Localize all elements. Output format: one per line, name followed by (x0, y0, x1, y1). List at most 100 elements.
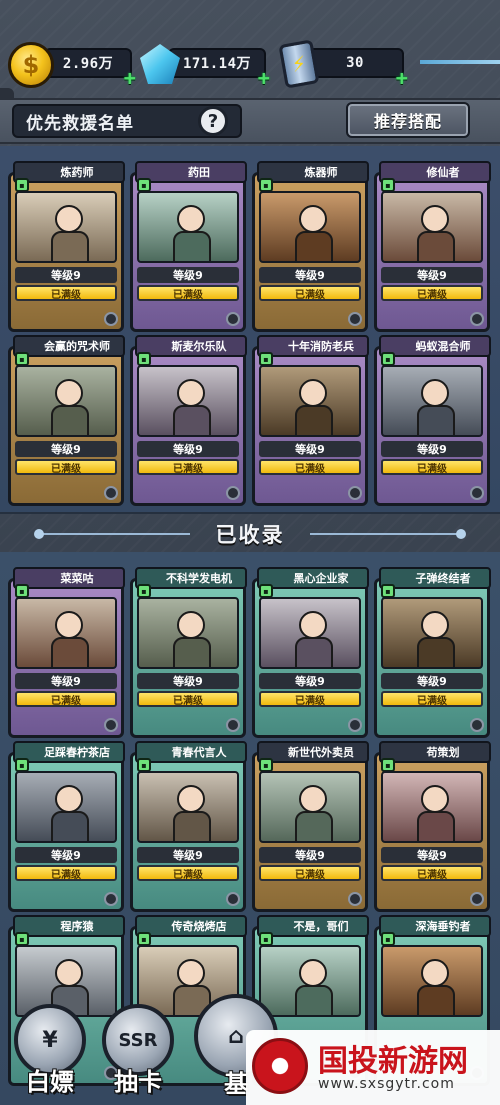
card-name: 新世代外卖员 (257, 741, 369, 763)
card-name: 深海垂钓者 (379, 915, 491, 937)
card-name: 不科学发电机 (135, 567, 247, 589)
card-settings-icon[interactable] (226, 718, 240, 732)
header-accent-line (420, 60, 500, 64)
card-max-status: 已满级 (381, 691, 483, 707)
character-card[interactable]: 黑心企业家 ▪ 等级9 已满级 (252, 567, 369, 738)
nav-freebie[interactable]: ¥ 白嫖 (14, 1004, 86, 1097)
portrait-figure-body (173, 405, 211, 435)
portrait-figure-head (177, 611, 205, 639)
portrait-figure-head (421, 611, 449, 639)
add-energy-icon[interactable]: + (394, 68, 410, 88)
character-portrait (15, 191, 117, 263)
portrait-figure-head (177, 205, 205, 233)
nav-draw-label: 抽卡 (114, 1068, 162, 1096)
collected-divider: 已收录 (0, 516, 500, 552)
card-level: 等级9 (381, 673, 483, 689)
character-card[interactable]: 菜菜咕 ▪ 等级9 已满级 (8, 567, 125, 738)
card-settings-icon[interactable] (104, 486, 118, 500)
rarity-badge-icon: ▪ (259, 584, 273, 598)
nav-draw[interactable]: SSR 抽卡 (102, 1004, 174, 1097)
rarity-badge-icon: ▪ (381, 178, 395, 192)
portrait-figure-body (173, 231, 211, 261)
card-max-status: 已满级 (137, 691, 239, 707)
card-level: 等级9 (15, 847, 117, 863)
card-settings-icon[interactable] (348, 718, 362, 732)
character-portrait (381, 191, 483, 263)
card-settings-icon[interactable] (104, 892, 118, 906)
rarity-badge-icon: ▪ (137, 584, 151, 598)
rarity-badge-icon: ▪ (15, 932, 29, 946)
rarity-badge-icon: ▪ (137, 352, 151, 366)
card-level: 等级9 (381, 441, 483, 457)
card-settings-icon[interactable] (348, 312, 362, 326)
rarity-badge-icon: ▪ (137, 758, 151, 772)
card-settings-icon[interactable] (470, 312, 484, 326)
character-card[interactable]: 炼器师 ▪ 等级9 已满级 (252, 161, 369, 332)
portrait-figure-body (295, 811, 333, 841)
character-card[interactable]: 修仙者 ▪ 等级9 已满级 (374, 161, 491, 332)
card-level: 等级9 (15, 267, 117, 283)
card-settings-icon[interactable] (348, 892, 362, 906)
card-name: 十年消防老兵 (257, 335, 369, 357)
card-settings-icon[interactable] (470, 892, 484, 906)
energy-can-icon: ⚡ (278, 39, 320, 89)
character-card[interactable]: 苟策划 ▪ 等级9 已满级 (374, 741, 491, 912)
portrait-figure-body (51, 637, 89, 667)
character-card[interactable]: 十年消防老兵 ▪ 等级9 已满级 (252, 335, 369, 506)
portrait-figure-head (421, 379, 449, 407)
card-level: 等级9 (15, 441, 117, 457)
card-settings-icon[interactable] (470, 718, 484, 732)
card-settings-icon[interactable] (226, 892, 240, 906)
card-max-status: 已满级 (259, 691, 361, 707)
portrait-figure-body (51, 231, 89, 261)
priority-card-grid: 炼药师 ▪ 等级9 已满级 药田 ▪ 等级9 已满级 炼器师 ▪ 等级9 已满级… (8, 161, 492, 506)
divider-dot-right (456, 529, 466, 539)
recommend-combo-button[interactable]: 推荐搭配 (346, 102, 470, 138)
portrait-figure-head (55, 379, 83, 407)
portrait-figure-head (299, 379, 327, 407)
card-max-status: 已满级 (259, 865, 361, 881)
card-max-status: 已满级 (259, 459, 361, 475)
energy-counter[interactable]: 30 + (306, 48, 408, 88)
card-level: 等级9 (137, 673, 239, 689)
card-name: 蚂蚁混合师 (379, 335, 491, 357)
character-card[interactable]: 子弹终结者 ▪ 等级9 已满级 (374, 567, 491, 738)
card-name: 菜菜咕 (13, 567, 125, 589)
character-portrait (381, 945, 483, 1017)
card-name: 药田 (135, 161, 247, 183)
card-settings-icon[interactable] (470, 486, 484, 500)
portrait-figure-head (55, 611, 83, 639)
portrait-figure-head (299, 959, 327, 987)
character-portrait (381, 365, 483, 437)
rarity-badge-icon: ▪ (137, 178, 151, 192)
character-portrait (259, 191, 361, 263)
character-card[interactable]: 蚂蚁混合师 ▪ 等级9 已满级 (374, 335, 491, 506)
character-card[interactable]: 会赢的咒术师 ▪ 等级9 已满级 (8, 335, 125, 506)
character-card[interactable]: 青春代言人 ▪ 等级9 已满级 (130, 741, 247, 912)
gem-counter[interactable]: 171.14万 + (168, 48, 270, 88)
card-name: 足踩春柠茶店 (13, 741, 125, 763)
character-card[interactable]: 斯麦尔乐队 ▪ 等级9 已满级 (130, 335, 247, 506)
portrait-figure-head (55, 959, 83, 987)
card-settings-icon[interactable] (226, 312, 240, 326)
card-settings-icon[interactable] (104, 312, 118, 326)
portrait-figure-body (51, 405, 89, 435)
character-card[interactable]: 足踩春柠茶店 ▪ 等级9 已满级 (8, 741, 125, 912)
character-card[interactable]: 药田 ▪ 等级9 已满级 (130, 161, 247, 332)
card-settings-icon[interactable] (348, 486, 362, 500)
portrait-figure-head (177, 959, 205, 987)
help-icon[interactable]: ? (198, 106, 228, 136)
character-card[interactable]: 新世代外卖员 ▪ 等级9 已满级 (252, 741, 369, 912)
portrait-figure-head (177, 379, 205, 407)
character-card[interactable]: 炼药师 ▪ 等级9 已满级 (8, 161, 125, 332)
card-level: 等级9 (259, 847, 361, 863)
rarity-badge-icon: ▪ (381, 758, 395, 772)
character-portrait (15, 597, 117, 669)
character-card[interactable]: 不科学发电机 ▪ 等级9 已满级 (130, 567, 247, 738)
add-gold-icon[interactable]: + (122, 68, 138, 88)
gold-counter[interactable]: 2.96万 + (44, 48, 136, 88)
card-settings-icon[interactable] (104, 718, 118, 732)
card-settings-icon[interactable] (226, 486, 240, 500)
add-gem-icon[interactable]: + (256, 68, 272, 88)
card-max-status: 已满级 (381, 865, 483, 881)
